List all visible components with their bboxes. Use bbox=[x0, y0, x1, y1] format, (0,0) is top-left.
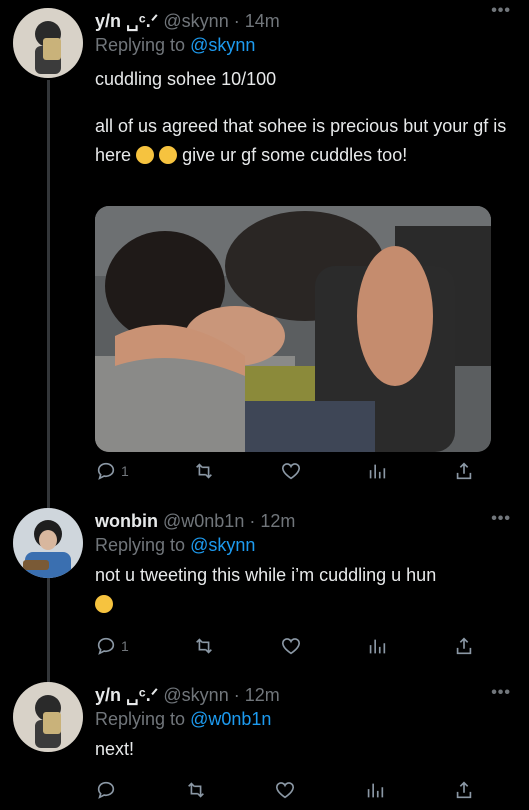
reply-count: 1 bbox=[121, 638, 129, 654]
tweet-text: not u tweeting this while i’m cuddling u… bbox=[95, 561, 513, 619]
handle[interactable]: @w0nb1n bbox=[163, 511, 244, 531]
reply-icon bbox=[97, 462, 115, 480]
replying-prefix: Replying to bbox=[95, 35, 186, 55]
replying-mention[interactable]: @skynn bbox=[190, 535, 255, 555]
tweet-actions: 1 bbox=[95, 459, 475, 483]
retweet-icon bbox=[187, 782, 204, 798]
reply-button[interactable]: 1 bbox=[95, 460, 129, 482]
retweet-icon bbox=[196, 463, 213, 479]
share-icon bbox=[456, 462, 472, 480]
views-button[interactable] bbox=[364, 779, 386, 801]
share-icon bbox=[456, 637, 472, 655]
replying-mention[interactable]: @skynn bbox=[190, 35, 255, 55]
display-name[interactable]: y/n ␣ᶜ.ᐟ bbox=[95, 685, 158, 705]
flushed-emoji-icon bbox=[95, 595, 113, 613]
retweet-button[interactable] bbox=[193, 635, 215, 657]
like-icon bbox=[281, 638, 300, 655]
replying-to: Replying to @skynn bbox=[95, 533, 513, 557]
share-button[interactable] bbox=[453, 635, 475, 657]
thread-line bbox=[47, 80, 50, 682]
like-button[interactable] bbox=[280, 635, 302, 657]
reply-icon bbox=[97, 781, 115, 799]
share-icon bbox=[456, 781, 472, 799]
separator-dot: · bbox=[249, 511, 256, 531]
tweet-line: give ur gf some cuddles too! bbox=[182, 145, 408, 165]
tweet-header: wonbin @w0nb1n · 12m bbox=[95, 510, 513, 532]
disappointed-emoji-icon bbox=[136, 146, 155, 164]
timestamp[interactable]: 12m bbox=[245, 685, 280, 705]
retweet-button[interactable] bbox=[193, 460, 215, 482]
tweet-header: y/n ␣ᶜ.ᐟ @skynn · 12m bbox=[95, 684, 513, 706]
replying-prefix: Replying to bbox=[95, 709, 186, 729]
more-options-icon[interactable]: ••• bbox=[491, 2, 511, 20]
tweet-line: cuddling sohee 10/100 bbox=[95, 69, 277, 89]
tweet-text: cuddling sohee 10/100 all of us agreed t… bbox=[95, 65, 513, 170]
avatar[interactable] bbox=[13, 8, 83, 78]
timestamp[interactable]: 14m bbox=[245, 11, 280, 31]
tweet-actions: 1 bbox=[95, 634, 475, 658]
replying-to: Replying to @w0nb1n bbox=[95, 707, 513, 731]
separator-dot: · bbox=[233, 11, 240, 31]
like-icon bbox=[281, 463, 300, 480]
tweet-line: next! bbox=[95, 739, 135, 759]
display-name[interactable]: y/n ␣ᶜ.ᐟ bbox=[95, 11, 158, 31]
replying-mention[interactable]: @w0nb1n bbox=[190, 709, 271, 729]
reply-icon bbox=[97, 637, 115, 655]
views-icon bbox=[370, 464, 386, 479]
tweet-header: y/n ␣ᶜ.ᐟ @skynn · 14m bbox=[95, 10, 513, 32]
more-options-icon[interactable]: ••• bbox=[491, 510, 511, 528]
display-name[interactable]: wonbin bbox=[95, 511, 158, 531]
tweet-actions bbox=[95, 778, 475, 802]
replying-prefix: Replying to bbox=[95, 535, 186, 555]
handle[interactable]: @skynn bbox=[163, 11, 228, 31]
reply-button[interactable]: 1 bbox=[95, 635, 129, 657]
share-button[interactable] bbox=[453, 779, 475, 801]
more-options-icon[interactable]: ••• bbox=[491, 684, 511, 702]
retweet-icon bbox=[196, 638, 213, 654]
views-icon bbox=[367, 783, 383, 798]
views-button[interactable] bbox=[366, 635, 388, 657]
views-button[interactable] bbox=[366, 460, 388, 482]
retweet-button[interactable] bbox=[185, 779, 207, 801]
handle[interactable]: @skynn bbox=[163, 685, 228, 705]
timestamp[interactable]: 12m bbox=[260, 511, 295, 531]
separator-dot: · bbox=[233, 685, 240, 705]
share-button[interactable] bbox=[453, 460, 475, 482]
like-icon bbox=[275, 782, 295, 799]
replying-to: Replying to @skynn bbox=[95, 33, 513, 57]
reply-count: 1 bbox=[121, 463, 129, 479]
tweet-text: next! bbox=[95, 735, 513, 764]
tweet-line: not u tweeting this while i’m cuddling u… bbox=[95, 565, 437, 585]
avatar[interactable] bbox=[13, 508, 83, 578]
like-button[interactable] bbox=[280, 460, 302, 482]
reply-button[interactable] bbox=[95, 779, 117, 801]
disappointed-emoji-icon bbox=[159, 146, 178, 164]
views-icon bbox=[370, 639, 386, 654]
like-button[interactable] bbox=[274, 779, 296, 801]
avatar[interactable] bbox=[13, 682, 83, 752]
tweet-photo[interactable] bbox=[95, 206, 491, 452]
